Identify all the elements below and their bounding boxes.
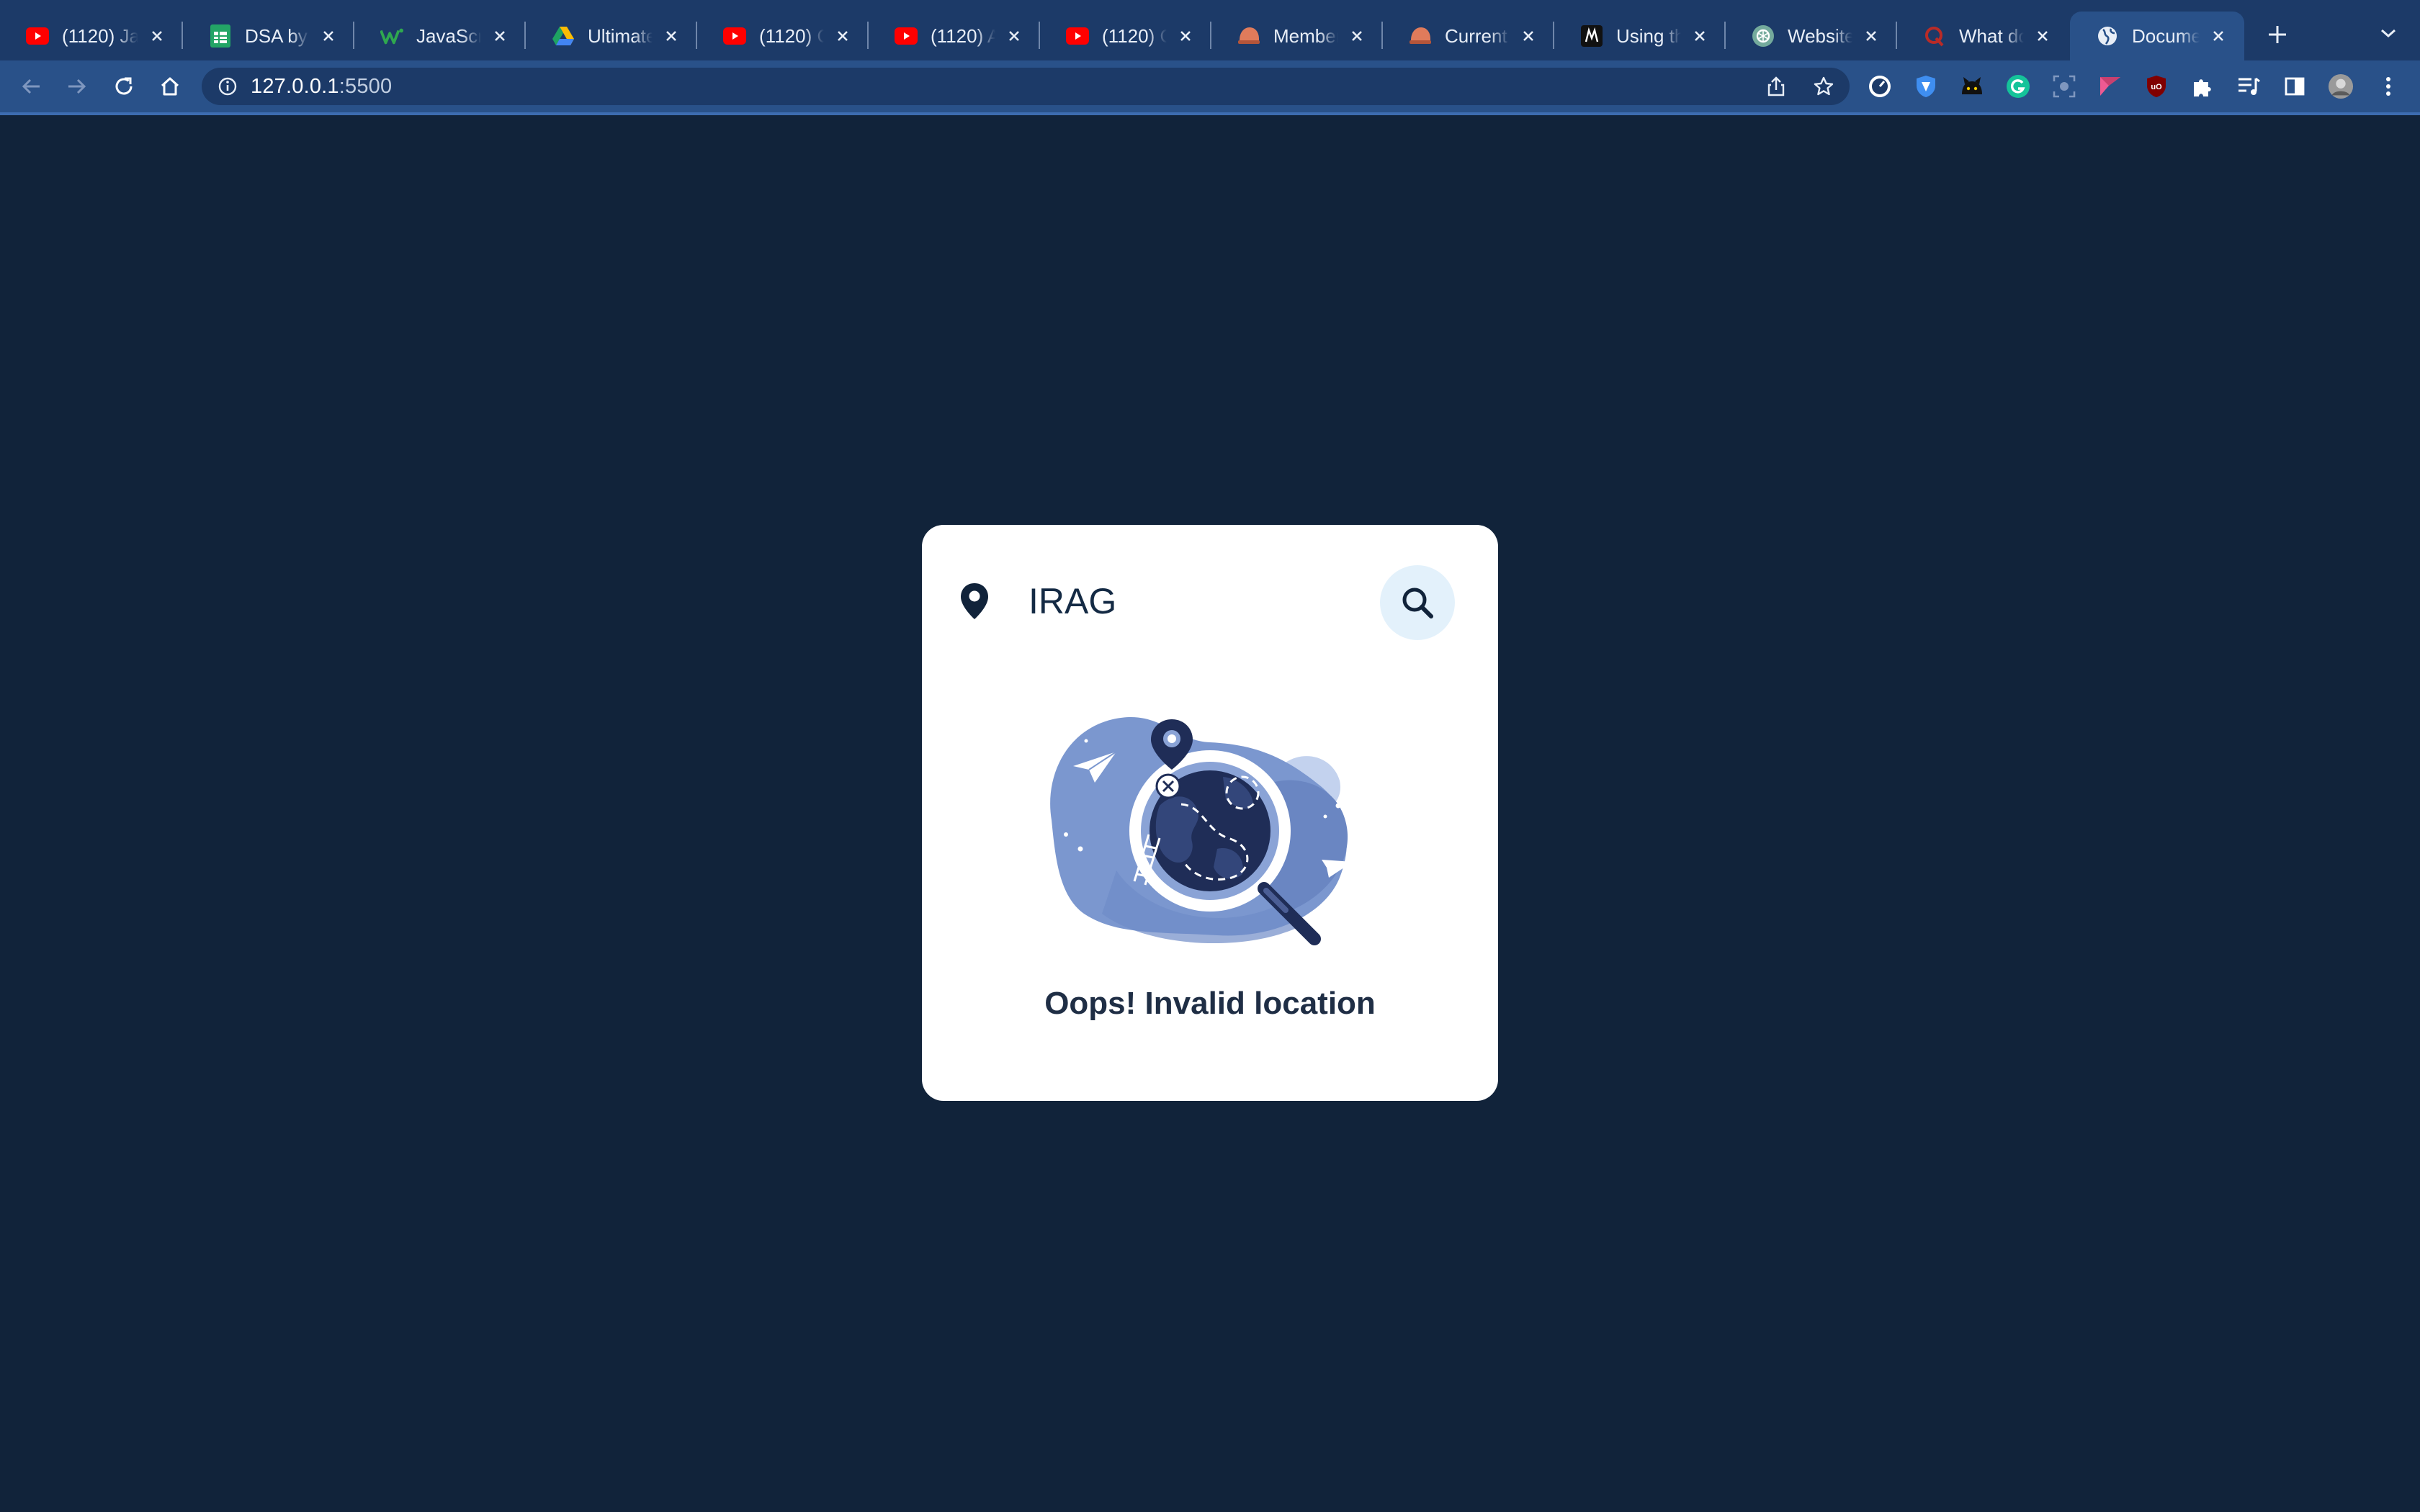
close-tab-icon[interactable] [1518,26,1538,46]
close-tab-icon[interactable] [2033,26,2053,46]
share-icon[interactable] [1765,75,1788,98]
close-tab-icon[interactable] [833,26,853,46]
youtube-icon [26,24,49,48]
google-sheets-icon [209,24,232,48]
url-text: 127.0.0.1:5500 [251,75,392,99]
url-port: :5500 [339,74,393,98]
info-icon[interactable] [216,75,239,98]
close-tab-icon[interactable] [1690,26,1710,46]
puzzle-extensions-icon[interactable] [2190,73,2215,99]
close-tab-icon[interactable] [1347,26,1367,46]
quora-icon [1923,24,1946,48]
tab-title: (1120) ASMR [931,24,995,47]
m-logo-icon [1580,24,1603,48]
tab-search-button[interactable] [2374,19,2403,48]
close-tab-icon[interactable] [1861,26,1881,46]
close-tab-icon[interactable] [1175,26,1196,46]
browser-tab[interactable]: (1120) Create [1040,12,1211,60]
browser-tab[interactable]: (1120) Complete [697,12,869,60]
tab-title: Ultimate JavaScript [588,24,653,47]
plus-icon [2269,26,2286,43]
arrow-right-icon [68,78,86,94]
chrome-menu-icon[interactable] [2375,73,2401,99]
arrow-left-icon [22,78,40,94]
search-bar [922,525,1498,676]
browser-tab[interactable]: Website Ideas [1726,12,1897,60]
home-button[interactable] [154,71,186,102]
reload-icon [115,77,133,95]
openai-icon [1752,24,1775,48]
browser-tab[interactable]: DSA by Shradha [183,12,354,60]
browser-tab[interactable]: Using the [1554,12,1726,60]
forward-button[interactable] [60,71,92,102]
grammarly-icon[interactable] [2005,73,2031,99]
youtube-icon [1066,24,1089,48]
search-icon [1402,588,1433,618]
reading-list-icon[interactable] [2236,73,2262,99]
browser-tab[interactable]: (1120) JavaScript [0,12,183,60]
close-tab-icon[interactable] [147,26,167,46]
reload-button[interactable] [108,71,140,102]
close-tab-icon[interactable] [490,26,510,46]
close-tab-icon[interactable] [1004,26,1024,46]
browser-tab[interactable]: What does [1897,12,2069,60]
new-tab-button[interactable] [2262,19,2293,50]
youtube-icon [723,24,746,48]
error-message: Oops! Invalid location [1044,986,1376,1021]
tab-title: Document [2132,24,2200,47]
tab-title: Website Ideas [1788,24,1852,47]
speedometer-extension-icon[interactable] [1867,73,1893,99]
tab-title: (1120) Complete [759,24,824,47]
close-tab-icon[interactable] [318,26,339,46]
tab-title: What does [1959,24,2024,47]
tab-title: Using the [1616,24,1681,47]
shield-extension-icon[interactable] [1913,73,1939,99]
profile-avatar[interactable] [2328,73,2354,99]
ublock-icon[interactable]: uO [2143,73,2169,99]
helmet-icon [1237,24,1260,48]
tab-title: JavaScript [416,24,481,47]
url-host: 127.0.0.1 [251,74,339,98]
cat-extension-icon[interactable] [1959,73,1985,99]
address-bar[interactable]: 127.0.0.1:5500 [202,68,1850,105]
screen-capture-icon[interactable] [2051,73,2077,99]
tab-title: DSA by Shradha [245,24,310,47]
chevron-down-icon [2381,29,2396,38]
globe-icon [2096,24,2119,48]
side-panel-icon[interactable] [2282,73,2308,99]
browser-tab[interactable]: Members [1211,12,1383,60]
not-found-illustration [1050,716,1353,945]
search-button[interactable] [1380,565,1455,640]
close-tab-icon[interactable] [661,26,681,46]
bookmark-star-icon[interactable] [1812,75,1835,98]
back-button[interactable] [16,71,48,102]
google-drive-icon [552,24,575,48]
browser-tab[interactable]: Ultimate JavaScript [526,12,697,60]
tab-title: (1120) JavaScript [62,24,138,47]
w-logo-icon [380,24,403,48]
location-pin-icon [961,583,988,619]
browser-tab-strip: (1120) JavaScript DSA by Shradha JavaScr… [0,0,2420,60]
youtube-icon [895,24,918,48]
browser-toolbar: 127.0.0.1:5500 uO [0,60,2420,115]
browser-tab-active[interactable]: Document [2070,12,2244,60]
svg-text:uO: uO [2151,83,2162,91]
browser-tab[interactable]: (1120) ASMR [869,12,1040,60]
home-icon [161,77,179,96]
browser-tab[interactable]: Current weather [1383,12,1554,60]
helmet-icon [1409,24,1432,48]
location-input[interactable] [1028,574,1417,629]
tab-title: Members [1273,24,1338,47]
flag-extension-icon[interactable] [2097,73,2123,99]
browser-tab[interactable]: JavaScript [354,12,526,60]
tab-title: Current weather [1445,24,1510,47]
weather-card: Oops! Invalid location [922,525,1498,1101]
close-tab-icon[interactable] [2208,26,2228,46]
tab-title: (1120) Create [1102,24,1167,47]
